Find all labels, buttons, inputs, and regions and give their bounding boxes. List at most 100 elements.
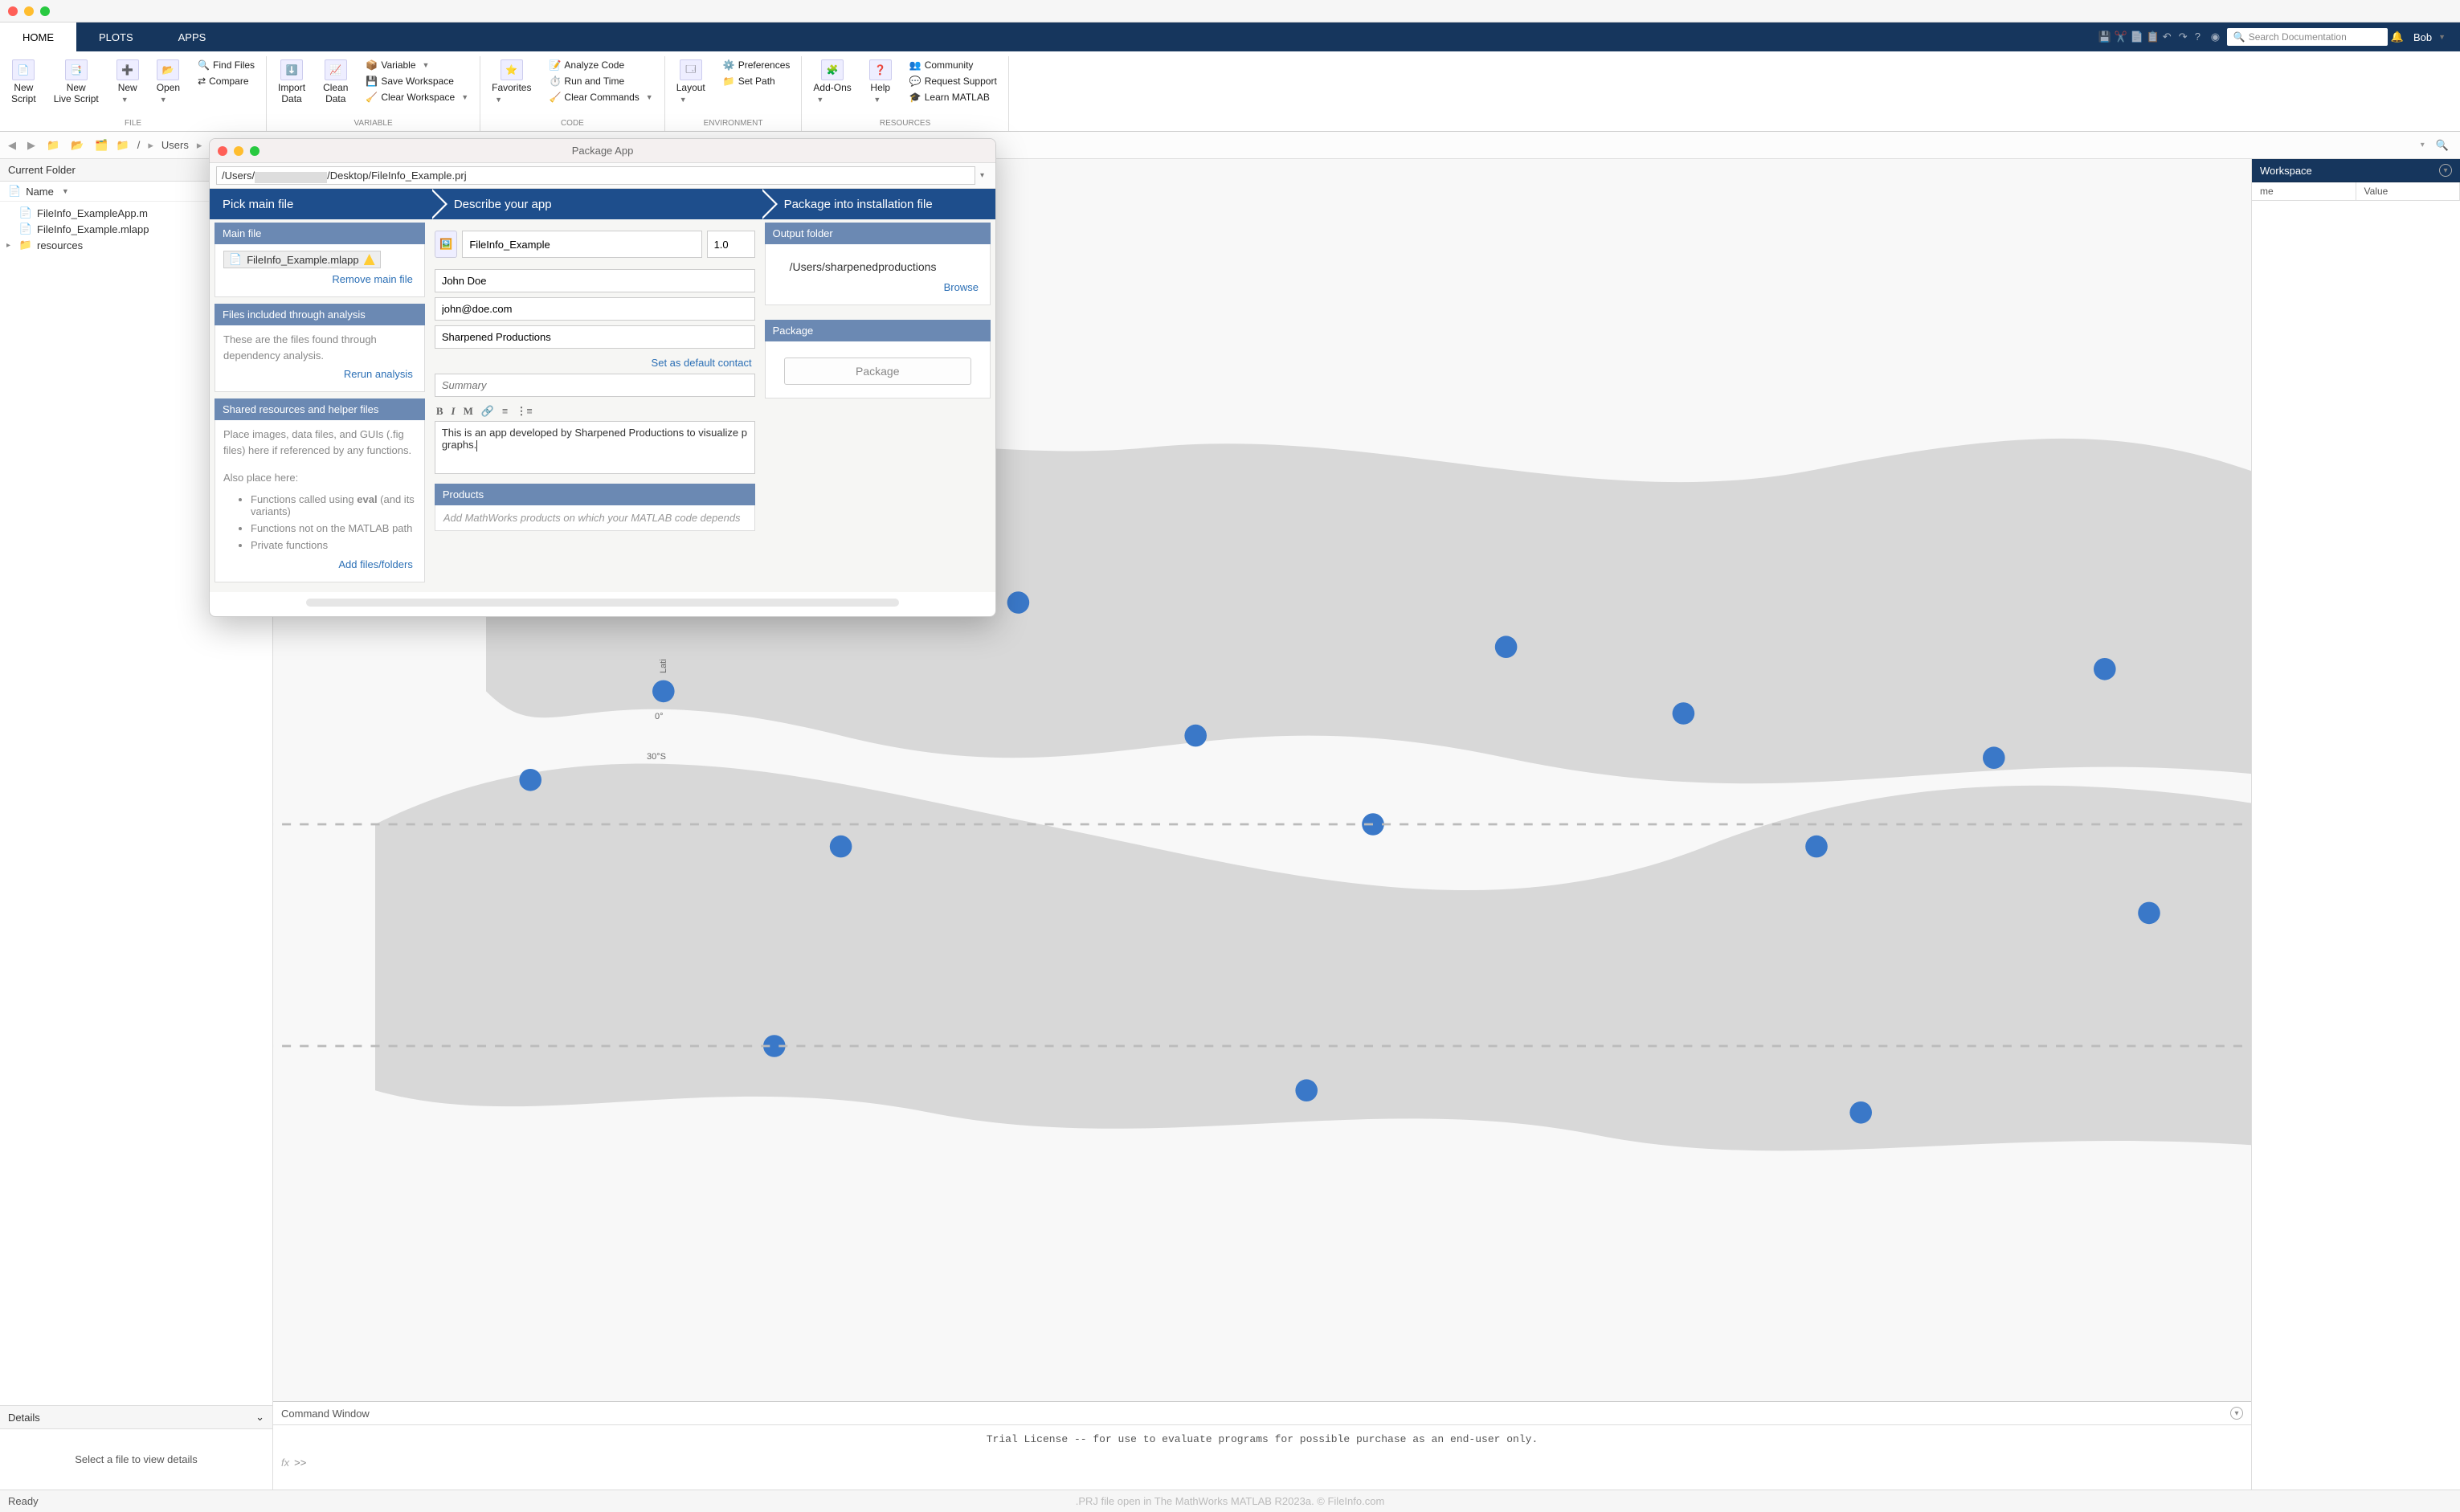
remove-main-file-link[interactable]: Remove main file <box>223 268 416 290</box>
forward-icon[interactable]: ▶ <box>24 137 39 153</box>
group-resources-label: RESOURCES <box>880 119 930 131</box>
bell-icon[interactable]: 🔔 <box>2391 31 2404 43</box>
name-column[interactable]: Name <box>26 186 54 198</box>
products-hint[interactable]: Add MathWorks products on which your MAT… <box>435 505 755 531</box>
redo-icon[interactable]: ↷ <box>2179 31 2192 43</box>
map-tick-0: 0° <box>655 712 664 721</box>
scrollbar[interactable] <box>306 599 899 607</box>
panel-menu-icon[interactable]: ▾ <box>2230 1407 2243 1420</box>
group-variable-label: VARIABLE <box>353 119 392 131</box>
details-empty: Select a file to view details <box>0 1429 272 1490</box>
cmd-prompt[interactable]: fx >> <box>273 1453 2251 1472</box>
package-button[interactable]: Package <box>784 358 971 385</box>
community-button[interactable]: 👥 Community <box>906 58 1000 72</box>
panel-menu-icon[interactable]: ▾ <box>2439 164 2452 177</box>
tab-apps[interactable]: APPS <box>156 22 229 51</box>
user-menu[interactable]: Bob ▼ <box>2407 31 2452 43</box>
minimize-icon[interactable] <box>24 6 34 16</box>
expand-icon[interactable]: ▸ <box>6 241 14 250</box>
maximize-icon[interactable] <box>250 146 259 156</box>
app-name-field[interactable] <box>462 231 701 258</box>
support-button[interactable]: 💬 Request Support <box>906 74 1000 88</box>
maximize-icon[interactable] <box>40 6 50 16</box>
mono-icon[interactable]: M <box>464 405 473 418</box>
search-path-icon[interactable]: 🔍 <box>2429 139 2455 152</box>
close-icon[interactable] <box>218 146 227 156</box>
mainfile-entry[interactable]: 📄 FileInfo_Example.mlapp <box>223 251 381 268</box>
copy-icon[interactable]: 📄 <box>2131 31 2143 43</box>
sort-icon[interactable]: ▼ <box>62 187 69 195</box>
help-button[interactable]: ❓Help▼ <box>866 58 895 106</box>
preferences-button[interactable]: ⚙️ Preferences <box>720 58 794 72</box>
group-file-label: FILE <box>125 119 141 131</box>
cut-icon[interactable]: ✂️ <box>2115 31 2127 43</box>
path-dropdown[interactable]: ▾ <box>975 171 989 180</box>
email-field[interactable] <box>435 297 755 321</box>
tab-plots[interactable]: PLOTS <box>76 22 156 51</box>
ws-col-value[interactable]: Value <box>2356 182 2460 200</box>
analyze-code-button[interactable]: 📝 Analyze Code <box>546 58 656 72</box>
layout-button[interactable]: 🗔Layout▼ <box>673 58 709 106</box>
new-script-button[interactable]: 📄New Script <box>8 58 39 106</box>
undo-icon[interactable]: ↶ <box>2163 31 2176 43</box>
author-field[interactable] <box>435 269 755 292</box>
add-files-link[interactable]: Add files/folders <box>223 554 416 575</box>
help-icon[interactable]: ? <box>2195 31 2208 43</box>
clear-workspace-button[interactable]: 🧹 Clear Workspace▼ <box>362 90 472 104</box>
new-button[interactable]: ➕New▼ <box>113 58 142 106</box>
address-dropdown[interactable]: ▾ <box>2421 141 2425 149</box>
ol-icon[interactable]: ⋮≡ <box>516 405 532 418</box>
import-data-button[interactable]: ⬇️Import Data <box>275 58 309 106</box>
italic-icon[interactable]: I <box>452 405 456 418</box>
save-workspace-button[interactable]: 💾 Save Workspace <box>362 74 472 88</box>
window-controls[interactable] <box>0 2 58 21</box>
open-button[interactable]: 📂Open▼ <box>153 58 183 106</box>
clear-commands-button[interactable]: 🧹 Clear Commands▼ <box>546 90 656 104</box>
tab-home[interactable]: HOME <box>0 22 76 51</box>
save-icon[interactable]: 💾 <box>2098 31 2111 43</box>
link-icon[interactable]: 🔗 <box>481 405 494 418</box>
up-icon[interactable]: 📂 <box>67 137 87 153</box>
compare-button[interactable]: ⇄ Compare <box>194 74 258 88</box>
crumb-users[interactable]: Users <box>158 139 192 151</box>
paste-icon[interactable]: 📋 <box>2147 31 2160 43</box>
bullet-private: Private functions <box>251 537 416 554</box>
description-field[interactable]: This is an app developed by Sharpened Pr… <box>435 421 755 474</box>
bold-icon[interactable]: B <box>436 405 443 418</box>
chevron-down-icon[interactable]: ⌄ <box>255 1411 264 1424</box>
folder-icon[interactable]: 📁 <box>43 137 63 153</box>
new-live-script-button[interactable]: 📑New Live Script <box>51 58 102 106</box>
output-path: /Users/sharpenedproductions <box>774 251 982 276</box>
find-files-button[interactable]: 🔍 Find Files <box>194 58 258 72</box>
favorites-button[interactable]: ⭐Favorites▼ <box>488 58 534 106</box>
learn-button[interactable]: 🎓 Learn MATLAB <box>906 90 1000 104</box>
minimize-icon[interactable] <box>234 146 243 156</box>
rte-toolbar: B I M 🔗 ≡ ⋮≡ <box>435 402 755 421</box>
folder-path-icon: 📁 <box>116 139 129 152</box>
close-icon[interactable] <box>8 6 18 16</box>
toggle-icon[interactable]: ◉ <box>2211 31 2224 43</box>
app-version-field[interactable] <box>707 231 755 258</box>
crumb-root[interactable]: / <box>134 139 144 151</box>
addons-button[interactable]: 🧩Add-Ons▼ <box>810 58 854 106</box>
browse-link[interactable]: Browse <box>774 276 982 298</box>
variable-button[interactable]: 📦 Variable▼ <box>362 58 472 72</box>
clean-data-button[interactable]: 📈Clean Data <box>320 58 351 106</box>
run-time-button[interactable]: ⏱️ Run and Time <box>546 74 656 88</box>
company-field[interactable] <box>435 325 755 349</box>
search-input[interactable]: 🔍 Search Documentation <box>2227 28 2388 46</box>
default-contact-link[interactable]: Set as default contact <box>435 352 755 374</box>
app-icon-button[interactable]: 🖼️ <box>435 231 458 258</box>
back-icon[interactable]: ◀ <box>5 137 19 153</box>
products-head: Products <box>435 484 755 505</box>
cmd-title: Command Window <box>281 1408 370 1420</box>
project-path-field[interactable]: /Users//Desktop/FileInfo_Example.prj <box>216 166 975 185</box>
browse-icon[interactable]: 🗂️ <box>92 137 111 153</box>
ul-icon[interactable]: ≡ <box>502 405 508 418</box>
dialog-window-controls[interactable] <box>210 141 268 161</box>
ws-col-name[interactable]: me <box>2252 182 2356 200</box>
rerun-analysis-link[interactable]: Rerun analysis <box>223 363 416 385</box>
summary-field[interactable] <box>435 374 755 397</box>
status-caption: .PRJ file open in The MathWorks MATLAB R… <box>1076 1495 1385 1507</box>
set-path-button[interactable]: 📁 Set Path <box>720 74 794 88</box>
